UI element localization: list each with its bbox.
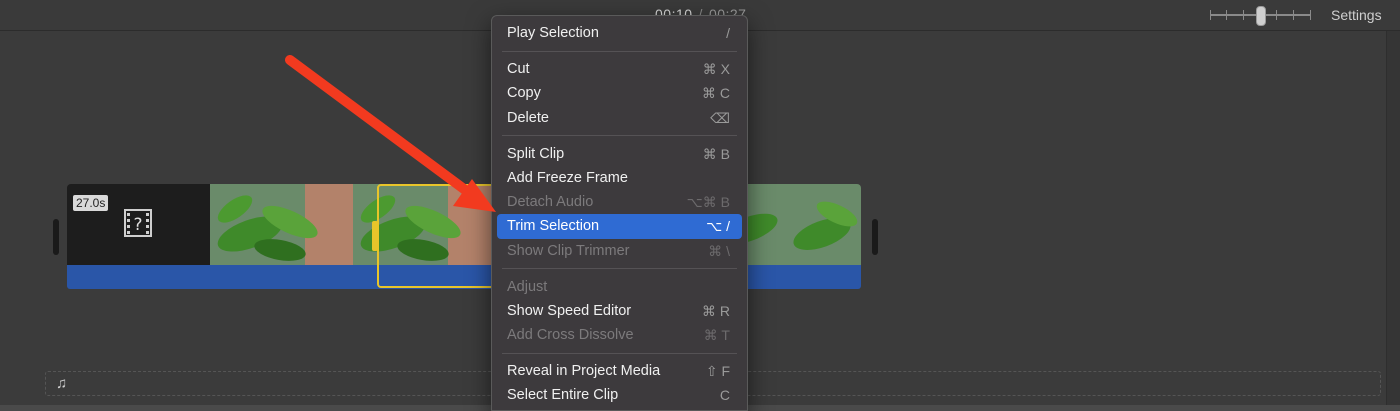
svg-text:?: ? (133, 215, 142, 235)
menu-item-label: Copy (507, 85, 541, 102)
menu-item-add-freeze-frame[interactable]: Add Freeze Frame (497, 166, 742, 190)
settings-button[interactable]: Settings (1331, 7, 1382, 23)
zoom-slider[interactable] (1210, 6, 1312, 26)
zoom-tick (1226, 10, 1227, 20)
menu-item-shortcut: ⌫ (710, 109, 730, 126)
clip-thumbnail (782, 184, 861, 265)
timeline-scrollbar[interactable] (1386, 31, 1400, 405)
clip-context-menu: Play Selection / Cut ⌘ X Copy ⌘ C Delete ⌫ Split… (491, 15, 748, 411)
menu-item-label: Detach Audio (507, 194, 594, 211)
menu-item-play-selection[interactable]: Play Selection / (497, 21, 742, 45)
menu-item-adjust: Adjust (497, 275, 742, 299)
clip-thumbnail (210, 184, 353, 265)
menu-item-label: Delete (507, 109, 549, 126)
zoom-slider-knob[interactable] (1256, 6, 1266, 26)
menu-item-add-cross-dissolve: Add Cross Dissolve ⌘ T (497, 323, 742, 347)
menu-item-label: Show Speed Editor (507, 302, 632, 319)
menu-item-copy[interactable]: Copy ⌘ C (497, 81, 742, 105)
menu-item-label: Cut (507, 61, 530, 78)
timeline-start-handle[interactable] (53, 219, 59, 255)
timeline-end-handle[interactable] (872, 219, 878, 255)
menu-item-split-clip[interactable]: Split Clip ⌘ B (497, 142, 742, 166)
menu-item-shortcut: ⌥ / (706, 218, 730, 235)
menu-item-reveal-in-project-media[interactable]: Reveal in Project Media ⇧ F (497, 359, 742, 383)
menu-item-shortcut: ⌘ R (702, 302, 730, 319)
menu-item-show-speed-editor[interactable]: Show Speed Editor ⌘ R (497, 299, 742, 323)
menu-item-shortcut: ⌘ C (702, 85, 730, 102)
clip-selection-range[interactable] (377, 184, 495, 288)
menu-separator (502, 135, 737, 137)
zoom-tick (1243, 10, 1244, 20)
menu-item-delete[interactable]: Delete ⌫ (497, 106, 742, 130)
menu-item-label: Show Clip Trimmer (507, 242, 630, 259)
menu-item-label: Add Freeze Frame (507, 169, 628, 186)
menu-item-shortcut: ⇧ F (705, 363, 730, 380)
menu-item-select-entire-clip[interactable]: Select Entire Clip C (497, 383, 742, 407)
menu-item-shortcut: / (726, 25, 730, 41)
menu-item-shortcut: ⌘ T (703, 327, 730, 344)
menu-item-show-clip-trimmer: Show Clip Trimmer ⌘ \ (497, 239, 742, 263)
film-question-icon: ? (124, 209, 152, 237)
music-note-icon: ♫ (56, 375, 68, 392)
menu-item-detach-audio: Detach Audio ⌥⌘ B (497, 190, 742, 214)
menu-separator (502, 268, 737, 270)
menu-item-label: Select Entire Clip (507, 387, 619, 404)
zoom-tick (1276, 10, 1277, 20)
clip-duration-badge: 27.0s (73, 195, 109, 211)
menu-item-label: Split Clip (507, 145, 565, 162)
missing-media-frame: 27.0s ? (67, 184, 210, 265)
menu-item-cut[interactable]: Cut ⌘ X (497, 57, 742, 81)
menu-item-shortcut: ⌘ X (702, 61, 730, 78)
menu-item-shortcut: C (719, 387, 730, 404)
menu-separator (502, 50, 737, 52)
menu-item-label: Play Selection (507, 25, 599, 41)
zoom-tick (1210, 10, 1211, 20)
menu-item-trim-selection[interactable]: Trim Selection ⌥ / (497, 214, 742, 239)
menu-item-label: Add Cross Dissolve (507, 327, 634, 344)
menu-item-label: Trim Selection (507, 218, 600, 235)
menu-item-label: Adjust (507, 278, 548, 295)
menu-item-shortcut: ⌘ B (702, 145, 730, 162)
menu-separator (502, 352, 737, 354)
zoom-tick (1293, 10, 1294, 20)
menu-item-shortcut: ⌥⌘ B (686, 194, 730, 211)
selection-trim-handle[interactable] (372, 221, 378, 251)
menu-item-label: Reveal in Project Media (507, 363, 661, 380)
menu-item-shortcut: ⌘ \ (708, 242, 730, 259)
zoom-tick (1310, 10, 1311, 20)
